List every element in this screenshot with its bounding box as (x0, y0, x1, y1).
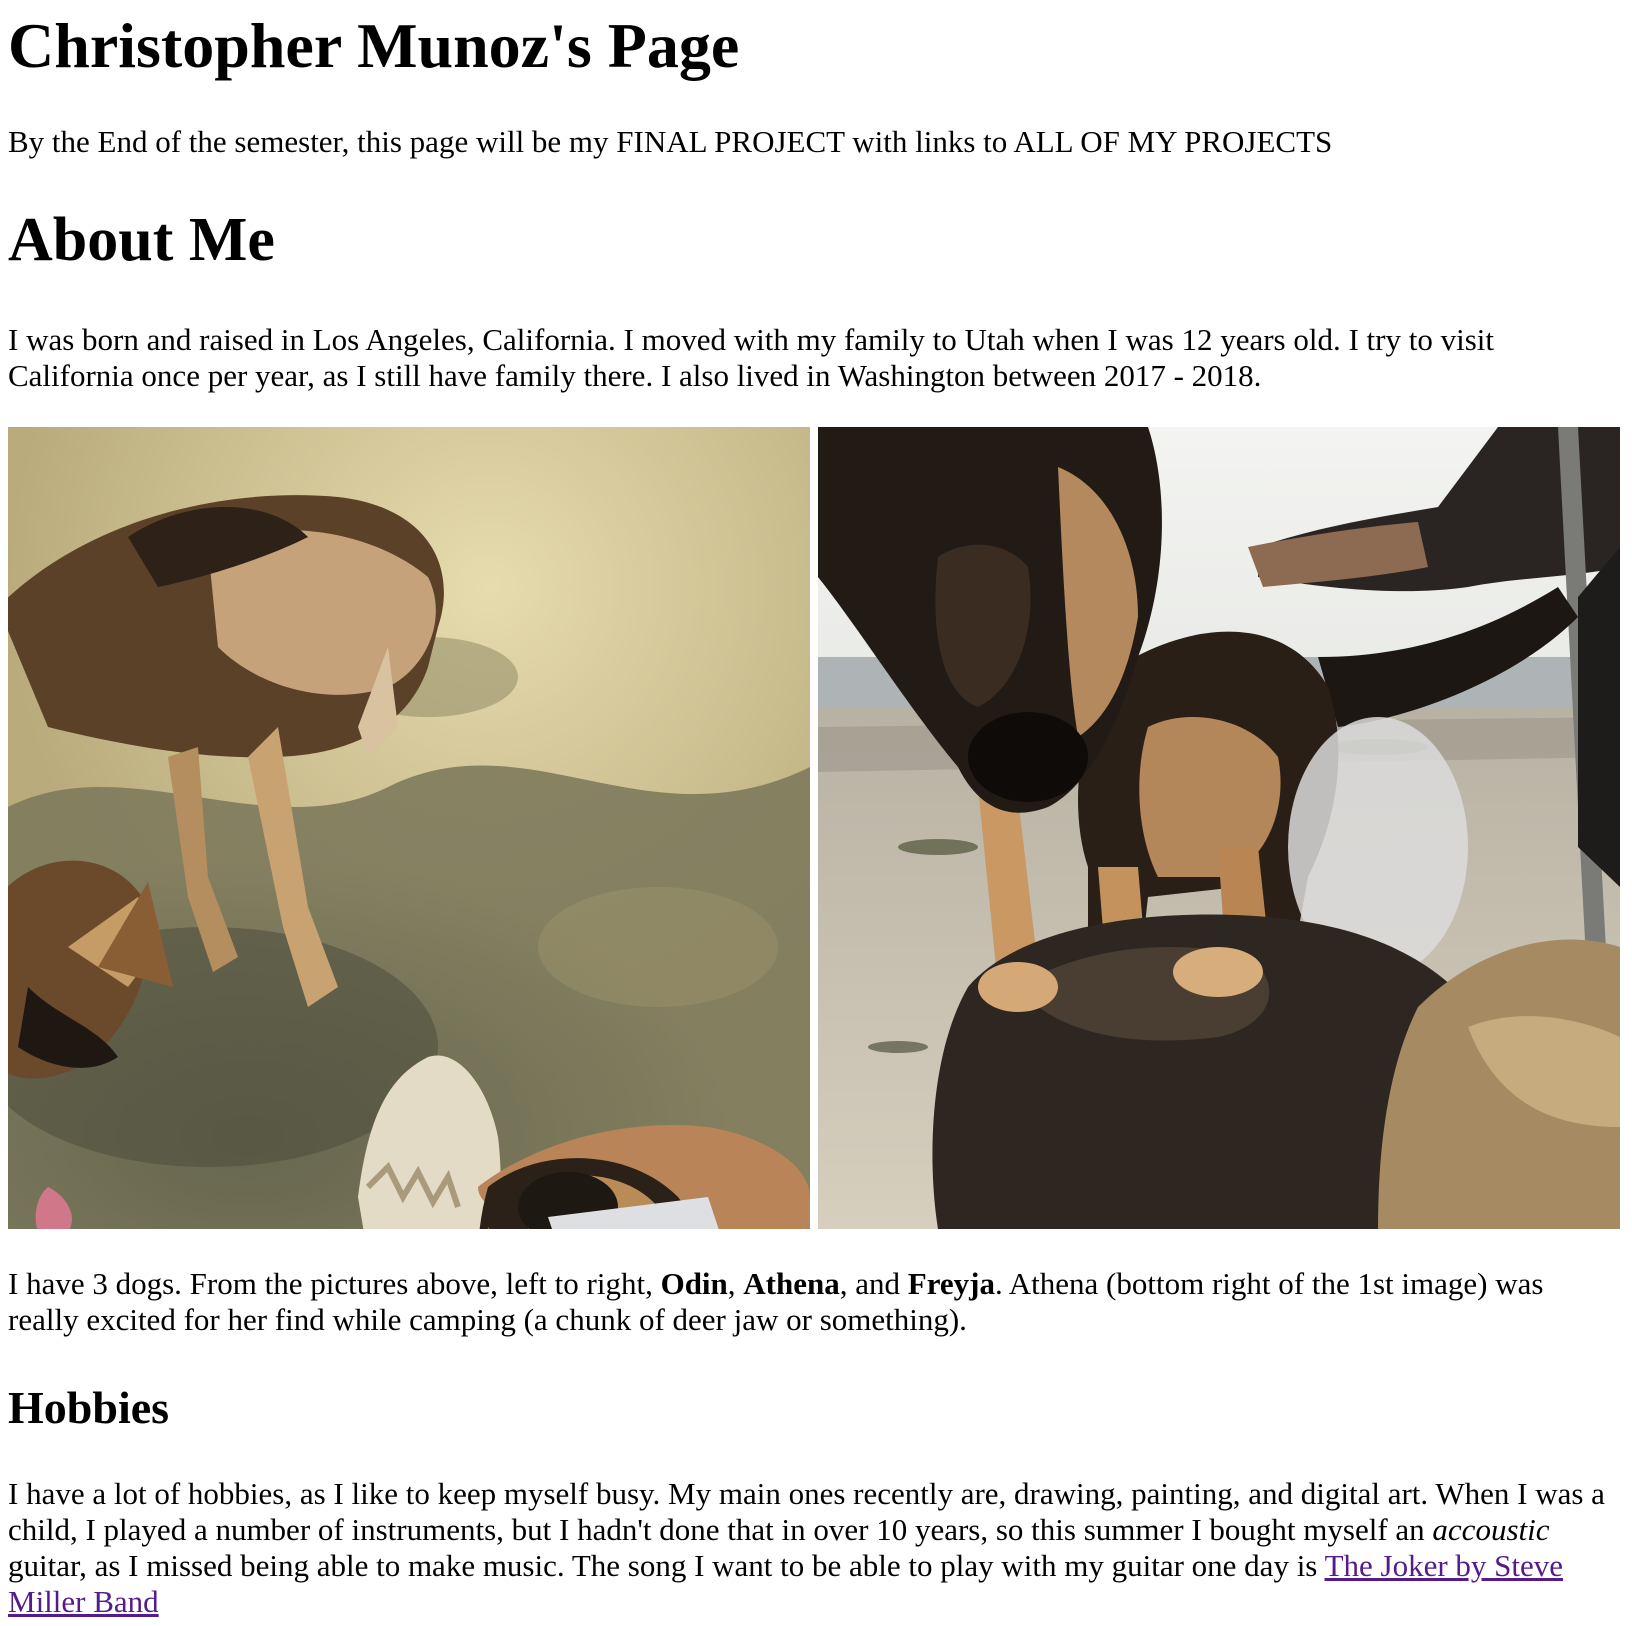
dog-name-athena: Athena (743, 1266, 840, 1301)
intro-paragraph: By the End of the semester, this page wi… (8, 124, 1333, 159)
dogs-text-start: I have 3 dogs. From the pictures above, … (8, 1266, 661, 1301)
page-title: Christopher Munoz's Page (8, 10, 740, 81)
dog-name-freyja: Freyja (907, 1266, 995, 1301)
dogs-separator: , (727, 1266, 744, 1301)
dogs-separator: , and (839, 1266, 908, 1301)
hobbies-paragraph: I have a lot of hobbies, as I like to ke… (8, 1476, 1608, 1620)
about-paragraph: I was born and raised in Los Angeles, Ca… (8, 322, 1494, 393)
dogs-paragraph: I have 3 dogs. From the pictures above, … (8, 1266, 1608, 1338)
about-heading: About Me (8, 206, 275, 274)
dogs-photo-odin-athena (8, 427, 810, 1229)
hobbies-text-start: I have a lot of hobbies, as I like to ke… (8, 1476, 1605, 1547)
hobbies-text-middle: guitar, as I missed being able to make m… (8, 1548, 1325, 1583)
dog-name-odin: Odin (660, 1266, 728, 1301)
hobbies-heading: Hobbies (8, 1382, 170, 1433)
dog-photo-freyja (818, 427, 1620, 1229)
hobbies-emphasis: accoustic (1432, 1512, 1550, 1547)
